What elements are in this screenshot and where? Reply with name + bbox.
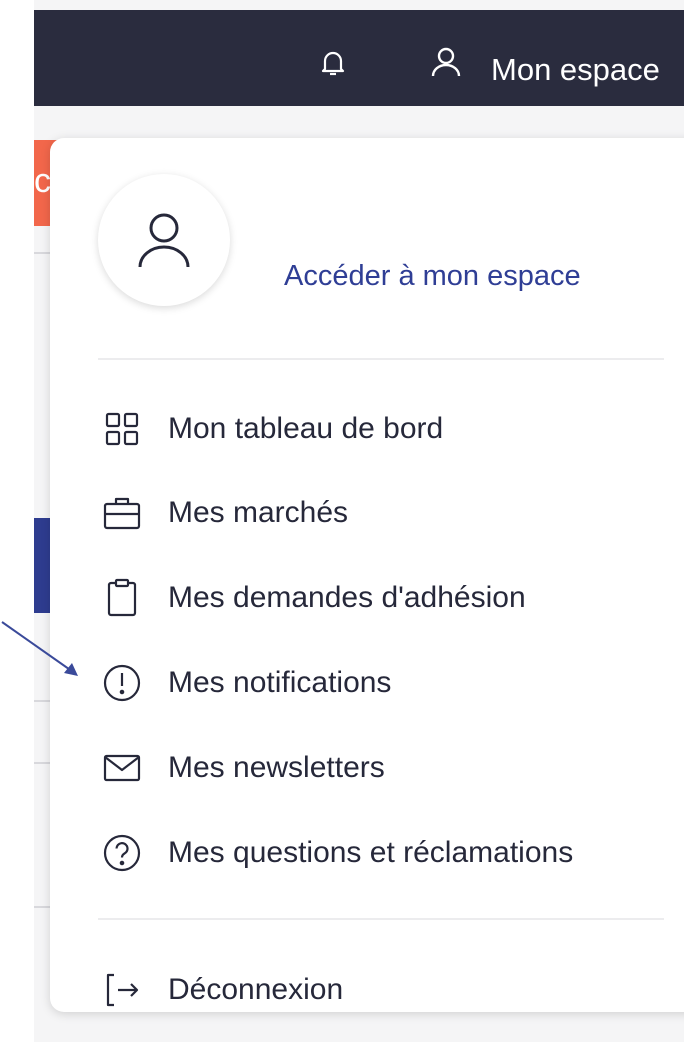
menu-item-label: Mes marchés: [168, 496, 349, 529]
menu-item-dashboard[interactable]: Mon tableau de bord: [98, 401, 443, 457]
menu-item-markets[interactable]: Mes marchés: [98, 485, 348, 541]
menu-item-questions-claims[interactable]: Mes questions et réclamations: [98, 825, 573, 881]
grid-icon: [98, 405, 146, 453]
menu-item-label: Mes notifications: [168, 666, 392, 699]
menu-item-label: Mon tableau de bord: [168, 412, 444, 445]
annotation-arrow: [1, 621, 78, 676]
menu-item-label: Mes questions et réclamations: [168, 836, 574, 869]
banner-text-fragment: c: [34, 162, 51, 200]
logout-label: Déconnexion: [168, 973, 344, 1006]
avatar[interactable]: [98, 174, 230, 306]
logout-button[interactable]: Déconnexion: [98, 962, 343, 1018]
alert-circle-icon: [98, 659, 146, 707]
account-dropdown-panel: Accéder à mon espace Mon tableau de bord…: [50, 138, 684, 1012]
mail-icon: [98, 744, 146, 792]
menu-item-label: Mes newsletters: [168, 751, 385, 784]
menu-divider: [98, 918, 664, 920]
menu-item-notifications[interactable]: Mes notifications: [98, 655, 391, 711]
bell-icon[interactable]: [318, 46, 348, 80]
menu-divider: [98, 358, 664, 360]
menu-item-newsletters[interactable]: Mes newsletters: [98, 740, 385, 796]
menu-item-label: Mes demandes d'adhésion: [168, 581, 526, 614]
top-navigation-bar: Mon espace ×: [34, 10, 684, 106]
briefcase-icon: [98, 489, 146, 537]
logout-icon: [98, 966, 146, 1014]
access-account-link[interactable]: Accéder à mon espace: [284, 256, 581, 296]
question-circle-icon: [98, 829, 146, 877]
clipboard-icon: [98, 574, 146, 622]
account-menu-toggle[interactable]: Mon espace: [491, 50, 660, 90]
menu-item-membership-requests[interactable]: Mes demandes d'adhésion: [98, 570, 526, 626]
user-icon[interactable]: [428, 44, 464, 80]
